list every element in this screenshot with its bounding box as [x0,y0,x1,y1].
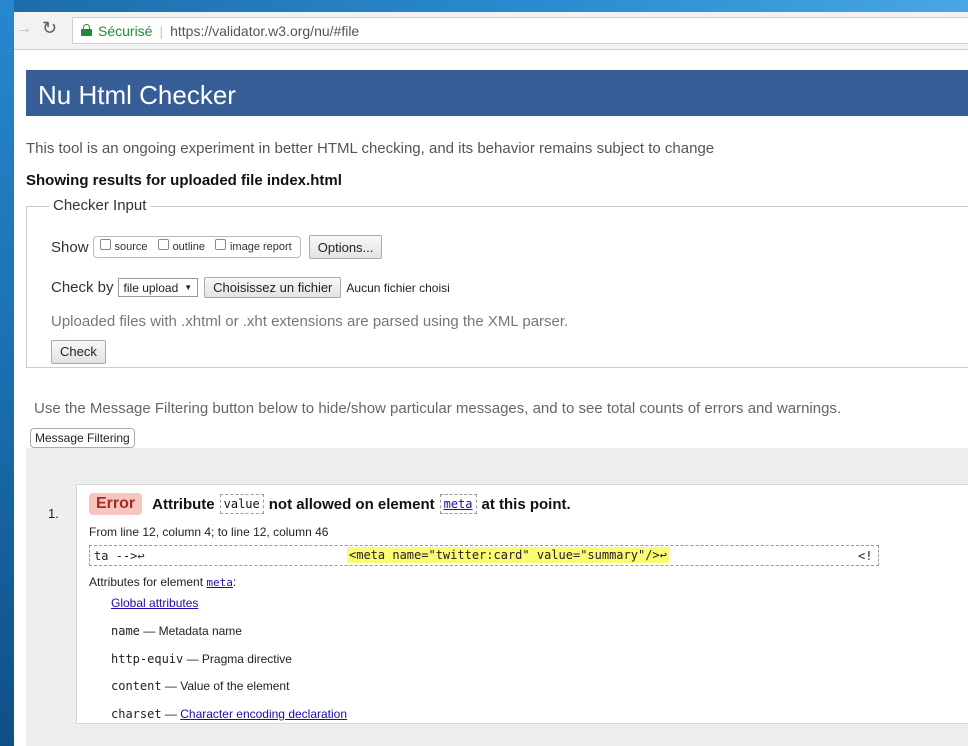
attribute-item: name — Metadata name [111,624,242,638]
results-heading: Showing results for uploaded file index.… [26,172,342,189]
url-text: https://validator.w3.org/nu/#file [170,22,360,39]
show-row: Show source outline image report Options… [51,235,383,259]
attributes-label: Attributes for element [89,575,204,589]
xml-parser-note: Uploaded files with .xhtml or .xht exten… [51,313,569,330]
choose-file-button[interactable]: Choisissez un fichier [204,277,342,298]
desktop-frame-top [0,0,968,12]
show-label: Show [51,238,89,256]
reload-icon[interactable]: ↻ [42,18,57,39]
attribute-name: content [111,679,162,693]
attribute-description: Value of the element [180,679,290,693]
attribute-separator: — [139,624,159,638]
page-content: Nu Html Checker This tool is an ongoing … [14,50,968,746]
attribute-item: Global attributes [111,596,198,610]
attribute-item: http-equiv — Pragma directive [111,652,292,666]
element-code-link[interactable]: meta [444,497,473,511]
address-bar: → ↻ Sécurisé | https://validator.w3.org/… [14,12,968,50]
attribute-separator: — [161,707,181,721]
intro-text: This tool is an ongoing experiment in be… [26,140,715,157]
attributes-element-link[interactable]: meta [206,576,233,589]
check-button[interactable]: Check [51,340,106,364]
attribute-separator: — [183,652,202,666]
results-list: 1. Error Attribute value not allowed on … [26,448,968,746]
code-extract: ta -->↩ <meta name="twitter:card" value=… [89,545,879,566]
message-number: 1. [48,506,59,521]
check-by-select[interactable]: file upload ▼ [117,278,199,297]
attributes-heading: Attributes for element meta: [89,575,236,589]
source-checkbox-label[interactable]: source [115,241,148,253]
message-text-before: Attribute [152,495,215,513]
lock-icon [81,23,92,36]
options-button[interactable]: Options... [308,235,383,259]
check-by-label: Check by [51,279,114,296]
message-heading: Error Attribute value not allowed on ele… [89,493,571,515]
attribute-description: Metadata name [158,624,242,638]
url-separator: | [159,22,164,39]
outline-checkbox[interactable] [157,239,169,250]
attribute-code: value [219,494,264,514]
image-report-checkbox[interactable] [214,239,226,250]
source-checkbox[interactable] [99,239,111,250]
desktop-frame-left [0,0,14,746]
location-text: From line 12, column 4; to line 12, colu… [89,525,329,539]
url-field[interactable]: Sécurisé | https://validator.w3.org/nu/#… [72,17,968,44]
extract-highlight: <meta name="twitter:card" value="summary… [347,547,669,563]
attribute-name: http-equiv [111,652,184,666]
check-by-row: Check by file upload ▼ Choisissez un fic… [51,277,450,298]
attribute-separator: — [161,679,181,693]
global-attributes-link[interactable]: Global attributes [111,596,198,610]
message-text-after: at this point. [481,495,571,513]
dropdown-caret-icon: ▼ [184,283,193,292]
message-text-middle: not allowed on element [268,495,435,513]
message-filtering-note: Use the Message Filtering button below t… [34,400,842,417]
image-report-checkbox-label[interactable]: image report [230,241,292,253]
extract-after: <! [858,549,873,563]
message-filtering-button[interactable]: Message Filtering [30,428,135,448]
show-options-group: source outline image report [92,236,301,258]
no-file-chosen-text: Aucun fichier choisi [346,280,450,295]
character-encoding-link[interactable]: Character encoding declaration [180,707,347,721]
checker-input-fieldset: Checker Input Show source outline image … [26,197,968,368]
error-badge: Error [89,493,143,515]
attributes-colon: : [232,575,237,589]
attribute-item: content — Value of the element [111,679,289,693]
outline-checkbox-label[interactable]: outline [173,241,205,253]
forward-arrow-icon[interactable]: → [16,20,32,38]
error-message: Error Attribute value not allowed on ele… [76,484,968,724]
element-code-box: meta [439,494,477,514]
check-by-select-value: file upload [123,280,179,295]
attribute-description: Pragma directive [201,652,292,666]
extract-before: ta -->↩ [94,549,145,563]
browser-window: → ↻ Sécurisé | https://validator.w3.org/… [14,12,968,746]
secure-label: Sécurisé [98,22,153,39]
attribute-item: charset — Character encoding declaration [111,707,347,721]
page-title: Nu Html Checker [26,70,968,116]
attribute-name: charset [111,707,162,721]
attribute-name: name [111,624,140,638]
checker-input-legend: Checker Input [49,197,151,214]
